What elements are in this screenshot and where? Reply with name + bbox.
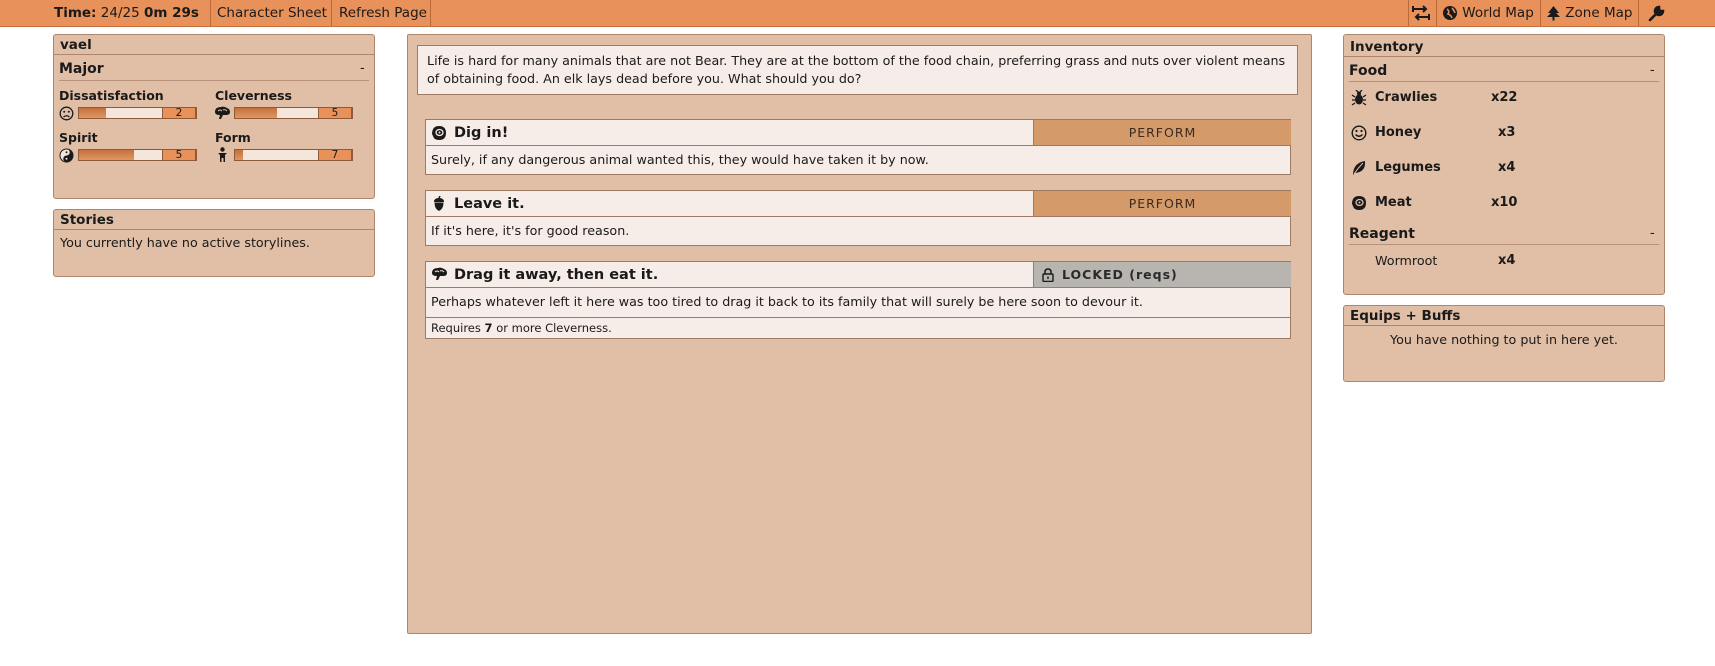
- yin-yang-icon: [59, 148, 74, 163]
- top-bar: Time: 24/25 0m 29s Character Sheet Refre…: [0, 0, 1715, 27]
- storylet-text: Life is hard for many animals that are n…: [417, 45, 1298, 95]
- choice-desc: If it's here, it's for good reason.: [431, 223, 630, 238]
- stat-bar: 7: [234, 149, 353, 161]
- choice-desc: Surely, if any dangerous animal wanted t…: [431, 152, 929, 167]
- acorn-icon: [434, 196, 444, 211]
- stories-empty-text: You currently have no active storylines.: [60, 235, 310, 250]
- stories-heading: Stories: [54, 210, 374, 230]
- inventory-item-name[interactable]: Legumes: [1375, 160, 1441, 175]
- inventory-item-qty: x10: [1491, 195, 1518, 210]
- time-display: Time: 24/25 0m 29s: [54, 0, 199, 26]
- character-sheet-link[interactable]: Character Sheet: [217, 0, 327, 26]
- smile-icon: [1351, 125, 1367, 141]
- brain-icon: [432, 267, 447, 280]
- stat-value: 2: [162, 107, 196, 119]
- section-major-heading: Major: [59, 61, 104, 77]
- bug-icon: [1351, 90, 1367, 106]
- globe-icon: [1443, 6, 1457, 20]
- stat-value: 5: [318, 107, 352, 119]
- character-panel: vael Major - Dissatisfaction 2 Clevernes…: [53, 34, 375, 199]
- time-value: 24/25: [100, 5, 140, 21]
- inventory-panel: Inventory Food - Crawlies x22 Honey x3 L…: [1343, 34, 1665, 295]
- stat-label: Dissatisfaction: [59, 88, 164, 103]
- collapse-food-button[interactable]: -: [1650, 63, 1655, 78]
- stat-label: Form: [215, 130, 251, 145]
- choice-title-text: Leave it.: [454, 196, 525, 212]
- swap-button[interactable]: [1412, 0, 1430, 26]
- reagent-heading: Reagent: [1349, 226, 1415, 242]
- inventory-item-qty: x22: [1491, 90, 1518, 105]
- req-value: 7: [484, 321, 493, 335]
- time-label: Time:: [54, 5, 97, 21]
- stat-bar: 2: [78, 107, 197, 119]
- perform-button[interactable]: PERFORM: [1033, 191, 1291, 217]
- inventory-item-name[interactable]: Honey: [1375, 125, 1421, 140]
- choice-dig-in: Dig in! PERFORM Surely, if any dangerous…: [425, 119, 1291, 175]
- choice-title: Leave it.: [426, 191, 1033, 217]
- settings-button[interactable]: [1648, 0, 1665, 26]
- stat-label: Cleverness: [215, 88, 292, 103]
- choice-title: Dig in!: [426, 120, 1033, 146]
- equips-empty-text: You have nothing to put in here yet.: [1390, 332, 1618, 347]
- stat-label: Spirit: [59, 130, 98, 145]
- stat-bar: 5: [78, 149, 197, 161]
- meat-icon: [1352, 196, 1366, 210]
- choice-requirement: Requires 7 or more Cleverness.: [426, 317, 1290, 338]
- frown-icon: [59, 106, 74, 121]
- locked-button: LOCKED (reqs): [1033, 262, 1291, 288]
- collapse-major-button[interactable]: -: [360, 61, 365, 76]
- brain-icon: [215, 106, 230, 119]
- inventory-item-name[interactable]: Meat: [1375, 195, 1412, 210]
- stat-value: 7: [318, 149, 352, 161]
- locked-label: LOCKED (reqs): [1062, 267, 1178, 282]
- equips-heading: Equips + Buffs: [1344, 306, 1664, 326]
- inventory-item-name[interactable]: Crawlies: [1375, 90, 1437, 105]
- food-heading: Food: [1349, 63, 1388, 79]
- wrench-icon: [1648, 5, 1665, 21]
- refresh-page-link[interactable]: Refresh Page: [339, 0, 427, 26]
- tree-icon: [1547, 6, 1560, 21]
- leaf-icon: [1353, 161, 1366, 175]
- collapse-reagent-button[interactable]: -: [1650, 226, 1655, 241]
- meat-icon: [432, 126, 446, 140]
- zone-map-label: Zone Map: [1565, 5, 1633, 21]
- figure-icon: [218, 147, 227, 162]
- stat-value: 5: [162, 149, 196, 161]
- stories-panel: Stories You currently have no active sto…: [53, 209, 375, 277]
- world-map-label: World Map: [1462, 5, 1534, 21]
- inventory-item-qty: x4: [1498, 160, 1516, 175]
- inventory-item-qty: x4: [1498, 253, 1516, 268]
- character-name: vael: [54, 35, 374, 55]
- perform-button[interactable]: PERFORM: [1033, 120, 1291, 146]
- choice-title: Drag it away, then eat it.: [426, 262, 1033, 288]
- choice-desc: Perhaps whatever left it here was too ti…: [431, 294, 1143, 309]
- time-remaining: 0m 29s: [143, 5, 199, 21]
- stat-bar: 5: [234, 107, 353, 119]
- equips-panel: Equips + Buffs You have nothing to put i…: [1343, 305, 1665, 382]
- world-map-link[interactable]: World Map: [1442, 0, 1534, 26]
- req-suffix: or more Cleverness.: [496, 321, 612, 335]
- choice-leave-it: Leave it. PERFORM If it's here, it's for…: [425, 190, 1291, 246]
- inventory-item-qty: x3: [1498, 125, 1516, 140]
- choice-title-text: Dig in!: [454, 125, 509, 141]
- swap-arrows-icon: [1412, 5, 1430, 21]
- choice-drag-away: Drag it away, then eat it. LOCKED (reqs)…: [425, 261, 1291, 339]
- inventory-item-name[interactable]: Wormroot: [1375, 253, 1437, 268]
- inventory-heading: Inventory: [1344, 35, 1664, 57]
- zone-map-link[interactable]: Zone Map: [1546, 0, 1632, 26]
- choice-title-text: Drag it away, then eat it.: [454, 267, 659, 283]
- req-prefix: Requires: [431, 321, 481, 335]
- lock-icon: [1042, 268, 1054, 282]
